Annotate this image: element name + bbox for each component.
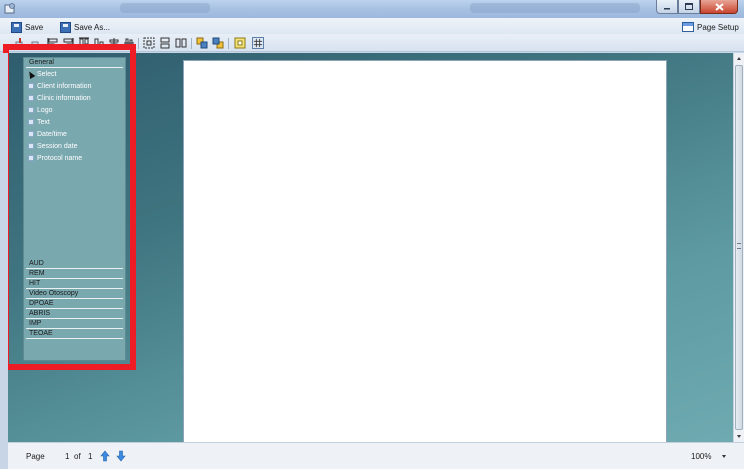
toolbar-separator: [228, 38, 229, 49]
highlight-box: [3, 44, 136, 370]
save-as-button[interactable]: Save As...: [60, 20, 110, 34]
grip-icon: [737, 243, 741, 249]
page-setup-label: Page Setup: [697, 22, 739, 32]
same-height-icon[interactable]: [159, 37, 171, 49]
window-left-edge: [0, 53, 8, 469]
total-pages: 1: [88, 452, 93, 461]
window-controls: [656, 0, 738, 14]
grid-snap-icon[interactable]: [234, 37, 246, 49]
of-label: of: [74, 452, 81, 461]
report-page-canvas[interactable]: [183, 60, 667, 450]
app-icon: [4, 3, 15, 14]
vertical-scrollbar[interactable]: [733, 53, 744, 442]
title-bar: [0, 0, 744, 18]
minimize-button[interactable]: [656, 0, 678, 14]
maximize-icon: [685, 3, 693, 10]
scroll-down-icon[interactable]: [737, 435, 741, 438]
page-label: Page: [26, 452, 45, 461]
save-icon: [11, 21, 22, 33]
toolbar-separator: [138, 38, 139, 49]
save-label: Save: [25, 22, 44, 32]
save-as-icon: [60, 21, 71, 33]
page-setup-button[interactable]: Page Setup: [682, 20, 739, 34]
minimize-icon: [664, 7, 670, 9]
scroll-up-icon[interactable]: [737, 57, 741, 60]
save-button[interactable]: Save: [11, 20, 43, 34]
save-as-label: Save As...: [74, 22, 111, 32]
page-setup-icon: [682, 22, 694, 32]
status-bar: Page 1 of 1 100%: [8, 442, 744, 469]
center-page-icon[interactable]: [143, 37, 155, 49]
current-page[interactable]: 1: [65, 452, 69, 461]
same-width-icon[interactable]: [175, 37, 187, 49]
show-grid-icon[interactable]: [252, 37, 264, 49]
title-blur: [470, 3, 640, 13]
send-to-back-icon[interactable]: [212, 37, 224, 49]
zoom-level[interactable]: 100%: [691, 452, 711, 461]
next-page-arrow-icon[interactable]: [116, 450, 126, 462]
zoom-dropdown-icon[interactable]: [722, 455, 726, 458]
previous-page-arrow-icon[interactable]: [100, 450, 110, 462]
maximize-button[interactable]: [678, 0, 700, 14]
title-blur: [120, 3, 210, 13]
file-toolbar: Save Save As... Page Setup: [0, 18, 744, 34]
bring-to-front-icon[interactable]: [196, 37, 208, 49]
toolbar-separator: [191, 38, 192, 49]
close-button[interactable]: [700, 0, 738, 14]
close-icon: [714, 2, 724, 11]
